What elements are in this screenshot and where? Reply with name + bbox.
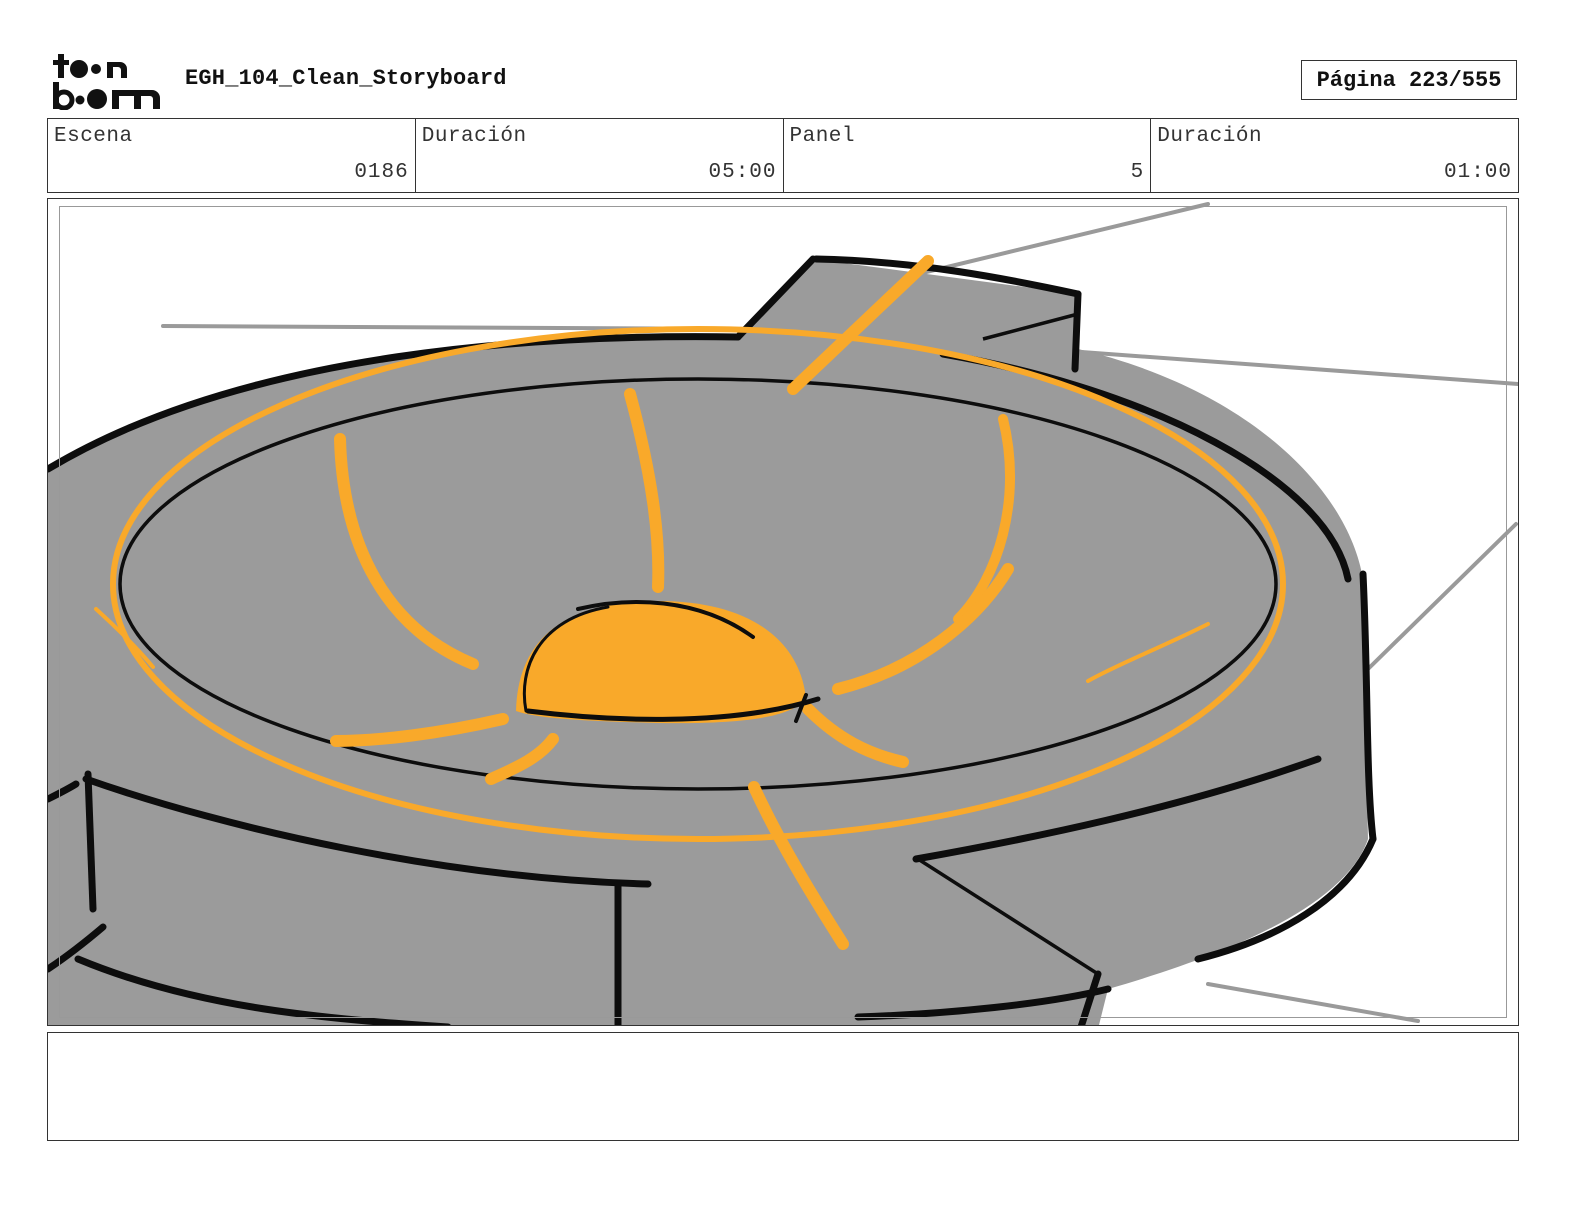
panel-duration-label: Duración [1157,125,1263,148]
robot-vacuum-sketch-icon [48,202,1518,1025]
toon-boom-logo [52,52,164,111]
scene-duration-value: 05:00 [708,161,777,184]
notes-box [47,1032,1519,1141]
scene-value: 0186 [354,161,409,184]
panel-label: Panel [789,125,856,148]
panel-duration-value: 01:00 [1443,161,1512,184]
panel-value: 5 [1130,161,1145,184]
document-title: EGH_104_Clean_Storyboard [185,66,507,91]
panel-cell: Panel 5 [784,119,1152,192]
scene-info-row: Escena 0186 Duración 05:00 Panel 5 Durac… [47,118,1519,193]
storyboard-panel [47,198,1519,1026]
scene-duration-cell: Duración 05:00 [416,119,784,192]
page-number: 223/555 [1409,67,1502,93]
scene-duration-label: Duración [421,125,527,148]
page-indicator: Página 223/555 [1301,60,1517,100]
scene-cell: Escena 0186 [48,119,416,192]
panel-duration-cell: Duración 01:00 [1151,119,1518,192]
scene-label: Escena [54,125,133,148]
page-label: Página [1316,67,1396,93]
